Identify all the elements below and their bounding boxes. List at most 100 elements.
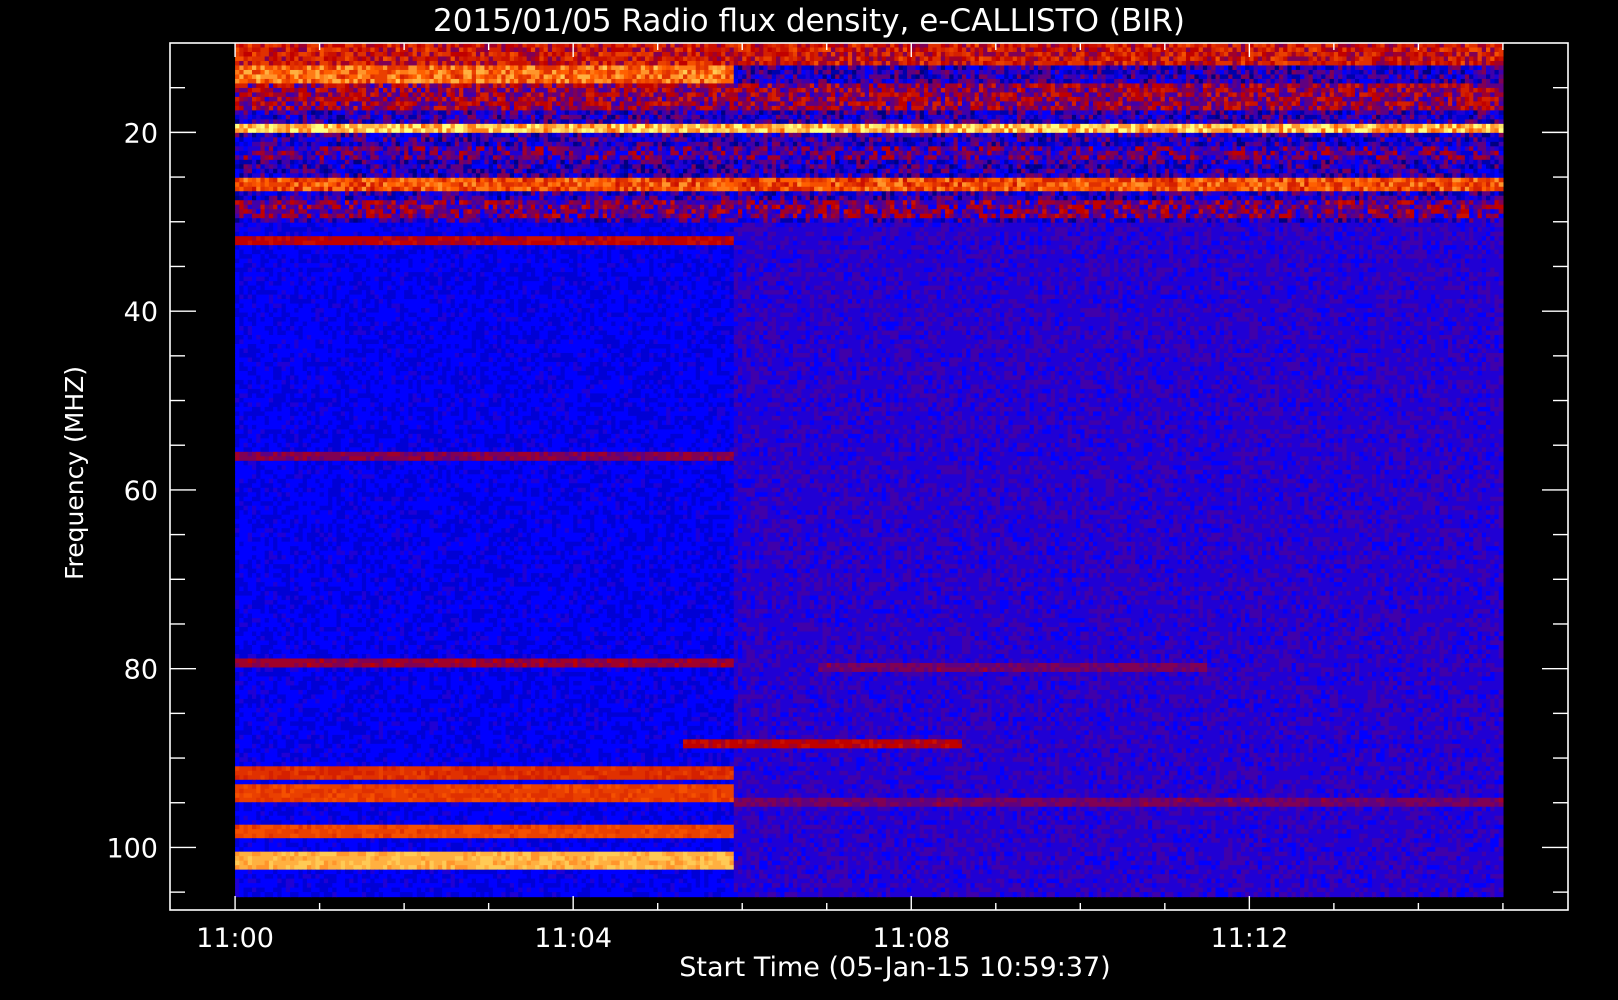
heatmap-cell bbox=[1401, 69, 1407, 76]
heatmap-cell bbox=[1076, 69, 1081, 76]
heatmap-cell bbox=[1355, 56, 1360, 62]
heatmap-cell bbox=[1418, 105, 1424, 111]
heatmap-cell bbox=[391, 96, 397, 102]
heatmap-cell bbox=[687, 96, 693, 102]
heatmap-cell bbox=[792, 47, 798, 53]
heatmap-cell bbox=[577, 47, 583, 53]
heatmap-cell bbox=[391, 128, 401, 134]
heatmap-cell bbox=[1325, 92, 1331, 98]
heatmap-cell bbox=[344, 105, 350, 111]
heatmap-cell bbox=[290, 65, 295, 71]
heatmap-cell bbox=[514, 105, 519, 111]
heatmap-cell bbox=[1426, 96, 1432, 102]
heatmap-cell bbox=[1397, 47, 1403, 53]
heatmap-cell bbox=[1198, 110, 1204, 116]
heatmap-cell bbox=[1426, 74, 1432, 80]
heatmap-cell bbox=[1185, 105, 1191, 111]
heatmap-cell bbox=[1126, 119, 1132, 125]
heatmap-cell bbox=[450, 110, 456, 116]
heatmap-cell bbox=[983, 83, 988, 89]
heatmap-cell bbox=[598, 101, 604, 107]
heatmap-cell bbox=[556, 123, 566, 129]
heatmap-cell bbox=[1038, 83, 1043, 89]
heatmap-cell bbox=[1126, 65, 1132, 71]
heatmap-cell bbox=[344, 65, 355, 71]
heatmap-cell bbox=[974, 83, 980, 89]
heatmap-cell bbox=[923, 60, 929, 67]
heatmap-cell bbox=[1054, 65, 1060, 71]
heatmap-cell bbox=[1202, 96, 1208, 102]
heatmap-cell bbox=[623, 123, 629, 129]
heatmap-cell bbox=[1393, 51, 1403, 58]
heatmap-cell bbox=[822, 92, 832, 98]
heatmap-cell bbox=[1270, 69, 1276, 76]
heatmap-cell bbox=[1088, 60, 1098, 67]
heatmap-cell bbox=[1257, 60, 1263, 67]
heatmap-cell bbox=[366, 87, 376, 94]
heatmap-cell bbox=[894, 110, 900, 116]
heatmap-cell bbox=[1447, 78, 1453, 85]
heatmap-cell bbox=[1029, 74, 1039, 80]
heatmap-cell bbox=[1274, 96, 1280, 102]
heatmap-cell bbox=[1325, 78, 1331, 85]
heatmap-cell bbox=[1367, 96, 1373, 102]
heatmap-cell bbox=[273, 105, 278, 111]
heatmap-cell bbox=[805, 92, 811, 98]
heatmap-cell bbox=[852, 60, 857, 67]
heatmap-cell bbox=[788, 78, 794, 85]
heatmap-cell bbox=[1490, 78, 1496, 85]
heatmap-cell bbox=[856, 47, 862, 53]
heatmap-cell bbox=[256, 105, 262, 111]
heatmap-cell bbox=[1388, 110, 1394, 116]
heatmap-cell bbox=[1422, 87, 1428, 94]
heatmap-cell bbox=[1029, 123, 1035, 129]
heatmap-cell bbox=[1181, 69, 1187, 76]
heatmap-cell bbox=[784, 105, 790, 111]
heatmap-cell bbox=[585, 83, 591, 89]
heatmap-cell bbox=[480, 83, 490, 89]
heatmap-cell bbox=[945, 101, 955, 107]
heatmap-cell bbox=[1359, 92, 1369, 98]
heatmap-cell bbox=[374, 78, 388, 85]
heatmap-cell bbox=[505, 69, 511, 76]
heatmap-cell bbox=[1236, 101, 1242, 107]
heatmap-cell bbox=[746, 119, 752, 125]
heatmap-cell bbox=[594, 65, 600, 71]
heatmap-cell bbox=[1185, 101, 1191, 107]
heatmap-cell bbox=[1223, 78, 1229, 85]
heatmap-cell bbox=[1316, 92, 1322, 98]
heatmap-cell bbox=[1084, 105, 1090, 111]
heatmap-cell bbox=[374, 83, 380, 89]
heatmap-cell bbox=[454, 110, 460, 116]
heatmap-cell bbox=[847, 65, 853, 71]
heatmap-cell bbox=[911, 96, 917, 102]
heatmap-cell bbox=[1228, 47, 1234, 53]
heatmap-cell bbox=[966, 96, 972, 102]
heatmap-cell bbox=[492, 56, 502, 62]
heatmap-cell bbox=[661, 114, 667, 120]
heatmap-cell bbox=[695, 60, 701, 67]
heatmap-cell bbox=[1021, 56, 1026, 62]
heatmap-cell bbox=[425, 123, 431, 129]
heatmap-cell bbox=[256, 65, 262, 71]
heatmap-cell bbox=[1092, 110, 1098, 116]
heatmap-cell bbox=[1380, 92, 1386, 98]
heatmap-cell bbox=[1097, 114, 1103, 120]
heatmap-cell bbox=[636, 105, 642, 111]
heatmap-cell bbox=[995, 47, 1005, 53]
heatmap-cell bbox=[535, 56, 540, 62]
heatmap-cell bbox=[1211, 83, 1217, 89]
heatmap-cell bbox=[852, 74, 857, 80]
heatmap-cell bbox=[780, 114, 786, 120]
heatmap-cell bbox=[983, 78, 988, 85]
heatmap-cell bbox=[1139, 92, 1145, 98]
heatmap-cell bbox=[1329, 56, 1335, 62]
heatmap-cell bbox=[716, 65, 722, 71]
heatmap-cell bbox=[695, 110, 705, 116]
heatmap-cell bbox=[1456, 101, 1462, 107]
heatmap-cell bbox=[408, 92, 414, 98]
heatmap-cell bbox=[1219, 51, 1225, 58]
heatmap-cell bbox=[830, 119, 836, 125]
heatmap-cell bbox=[564, 87, 570, 94]
heatmap-cell bbox=[801, 47, 807, 53]
